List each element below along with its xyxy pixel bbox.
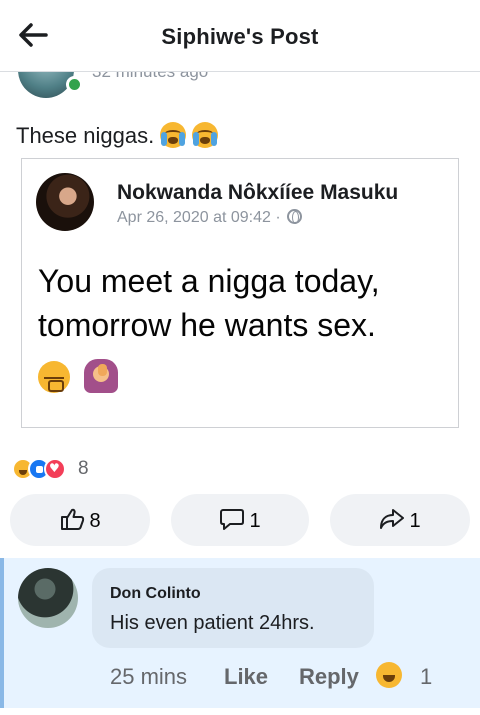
like-button[interactable]: 8 [10, 494, 150, 546]
comment-timestamp[interactable]: 25 mins [110, 664, 187, 690]
divider [0, 708, 480, 715]
thumbs-up-icon [61, 508, 85, 530]
crying-face-emoji-icon [192, 122, 219, 148]
comment-reaction-count[interactable]: 1 [420, 664, 432, 690]
weary-face-emoji-icon [38, 361, 70, 393]
comment-like-button[interactable]: Like [224, 664, 268, 690]
globe-icon [286, 209, 302, 224]
comment-bubble[interactable]: Don Colinto His even patient 24hrs. [92, 568, 374, 648]
post-header: Siphiwe's Post [0, 0, 480, 72]
shared-post-body: You meet a nigga today, tomorrow he want… [38, 263, 380, 343]
woman-facepalming-emoji-icon [84, 359, 119, 393]
shared-post-meta: Apr 26, 2020 at 09:42 · [117, 209, 302, 227]
shared-post-emojis [38, 359, 119, 393]
comment-reply-button[interactable]: Reply [299, 664, 359, 690]
shared-post-timestamp[interactable]: Apr 26, 2020 at 09:42 · [117, 209, 281, 226]
post-author-row: 32 minutes ago [0, 72, 480, 98]
haha-reaction-icon[interactable] [376, 662, 402, 688]
love-reaction-icon [44, 458, 66, 480]
share-button[interactable]: 1 [330, 494, 470, 546]
share-arrow-icon [380, 509, 405, 529]
comment-count: 1 [249, 510, 261, 532]
comment-button[interactable]: 1 [171, 494, 309, 546]
page-title: Siphiwe's Post [161, 24, 319, 49]
like-count: 8 [89, 510, 101, 532]
shared-post-card[interactable]: Nokwanda Nôkxííee Masuku Apr 26, 2020 at… [21, 158, 459, 428]
commenter-avatar[interactable] [18, 568, 78, 628]
reaction-count[interactable]: 8 [78, 458, 89, 480]
comment-bubble-icon [220, 509, 245, 530]
comment-text: His even patient 24hrs. [110, 612, 315, 634]
online-status-indicator [66, 76, 83, 93]
commenter-name[interactable]: Don Colinto [110, 585, 201, 603]
shared-author-avatar[interactable] [36, 173, 94, 231]
shared-author-name[interactable]: Nokwanda Nôkxííee Masuku [117, 181, 398, 205]
post-caption: These niggas. [16, 122, 219, 149]
comment-thread: Don Colinto His even patient 24hrs. 25 m… [0, 558, 480, 715]
share-count: 1 [409, 510, 421, 532]
crying-face-emoji-icon [160, 122, 187, 148]
post-timestamp: 32 minutes ago [92, 72, 208, 82]
post-caption-text: These niggas. [16, 123, 155, 148]
